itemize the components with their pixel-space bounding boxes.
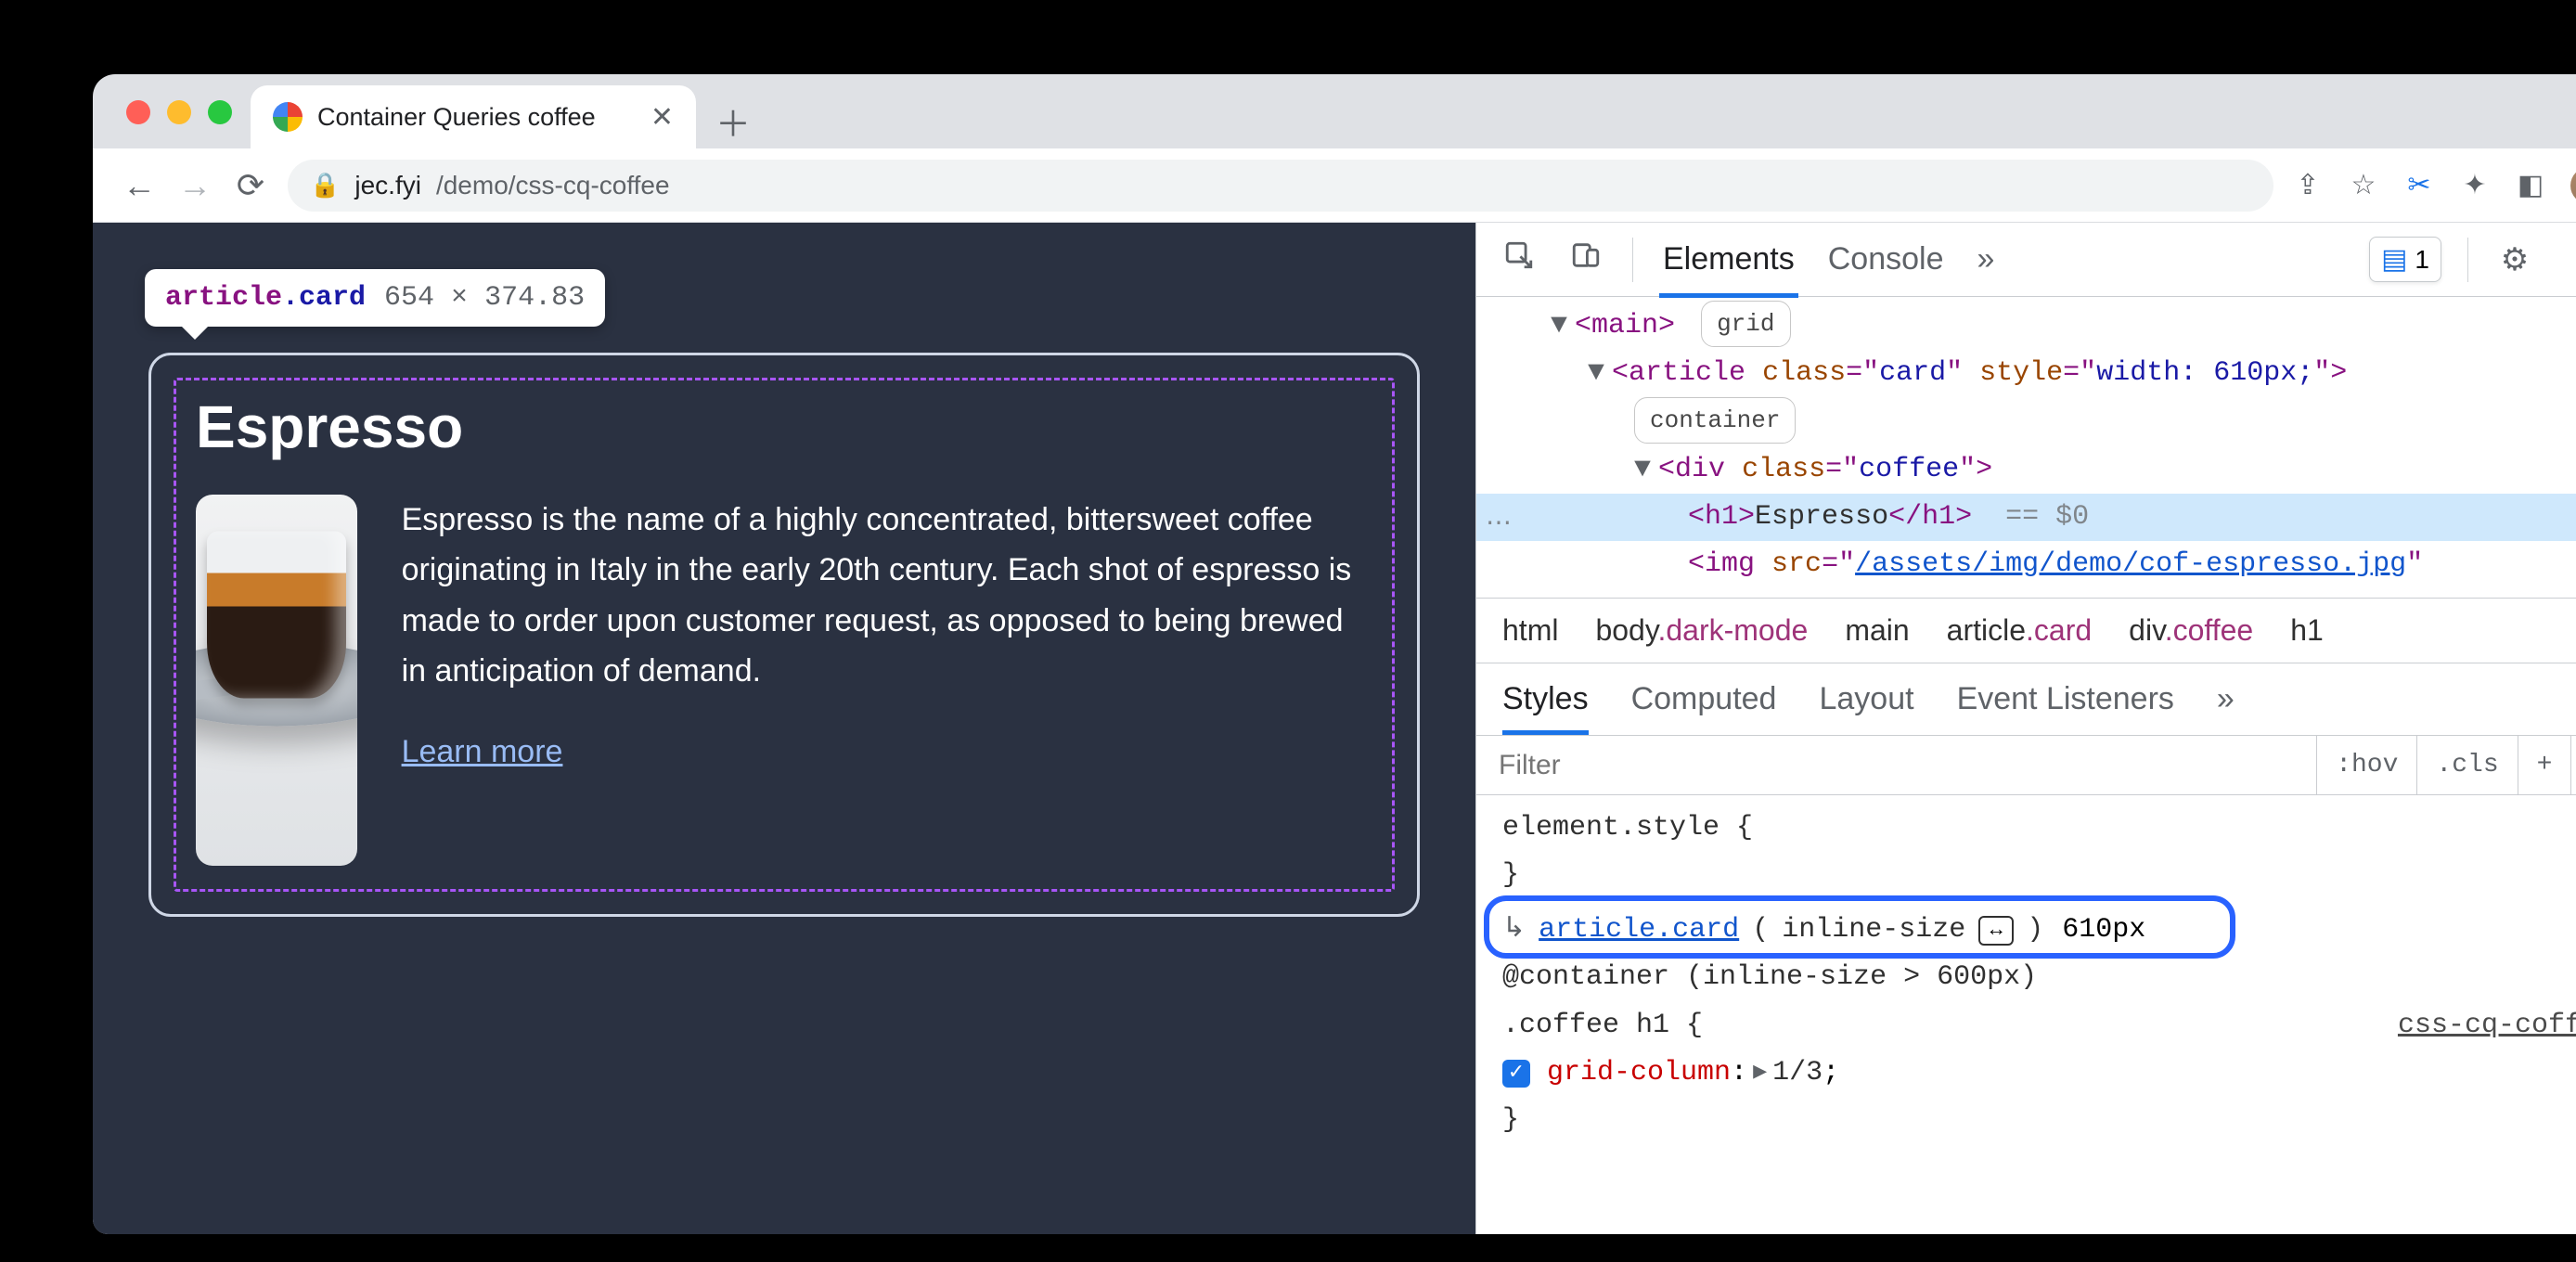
inspect-icon[interactable] <box>1499 239 1539 279</box>
inspect-tooltip: article.card 654 × 374.83 <box>145 269 605 327</box>
close-tab-icon[interactable]: ✕ <box>650 101 674 134</box>
styles-subtabs: Styles Computed Layout Event Listeners » <box>1476 663 2576 736</box>
tooltip-element: article <box>165 282 282 314</box>
reload-button[interactable]: ⟳ <box>232 166 269 205</box>
minimize-window-icon[interactable] <box>167 100 191 124</box>
kebab-icon[interactable]: ⋮ <box>2561 241 2576 278</box>
forward-button: → <box>176 166 213 205</box>
toolbar: ← → ⟳ 🔒 jec.fyi/demo/css-cq-coffee ⇪ ☆ ✂… <box>93 148 2576 223</box>
card-description: Espresso is the name of a highly concent… <box>402 495 1372 697</box>
crumb-div[interactable]: div.coffee <box>2129 613 2253 648</box>
rendering-icon[interactable] <box>2571 736 2576 794</box>
css-rule[interactable]: css-cq-coffee:45 .coffee h1 { <box>1502 1002 2576 1050</box>
tree-node-main[interactable]: ▼<main> grid <box>1476 301 2576 350</box>
crumb-body[interactable]: body.dark-mode <box>1595 613 1808 648</box>
element-style-rule[interactable]: element.style { <box>1502 805 2576 852</box>
subtab-layout[interactable]: Layout <box>1819 664 1913 734</box>
elements-tree[interactable]: ▼<main> grid ▼<article class="card" styl… <box>1476 297 2576 598</box>
container-badge[interactable]: container <box>1634 397 1796 444</box>
crumb-html[interactable]: html <box>1502 613 1558 648</box>
share-icon[interactable]: ⇪ <box>2292 169 2324 201</box>
styles-filter-bar: :hov .cls + ◀ <box>1476 736 2576 795</box>
browser-window: Container Queries coffee ✕ ＋ ⌄ ← → ⟳ 🔒 j… <box>93 74 2576 1234</box>
tab-console[interactable]: Console <box>1824 223 1948 296</box>
subtab-computed[interactable]: Computed <box>1631 664 1777 734</box>
breadcrumb[interactable]: html body.dark-mode main article.card di… <box>1476 598 2576 663</box>
tree-node-img[interactable]: <img src="/assets/img/demo/cof-espresso.… <box>1476 541 2576 588</box>
address-bar[interactable]: 🔒 jec.fyi/demo/css-cq-coffee <box>288 160 2273 212</box>
resize-icon[interactable]: ↔ <box>1978 916 2014 946</box>
at-container-rule: @container (inline-size > 600px) <box>1502 954 2037 1001</box>
new-tab-button[interactable]: ＋ <box>711 98 755 143</box>
issues-count: 1 <box>2415 245 2429 275</box>
tab-strip: Container Queries coffee ✕ ＋ ⌄ <box>93 74 2576 148</box>
maximize-window-icon[interactable] <box>208 100 232 124</box>
bookmark-icon[interactable]: ☆ <box>2348 169 2379 201</box>
favicon-icon <box>273 102 303 132</box>
css-declaration[interactable]: ✓ grid-column: ▸ 1/3; <box>1502 1050 2576 1097</box>
browser-tab[interactable]: Container Queries coffee ✕ <box>251 85 696 148</box>
styles-pane[interactable]: element.style { } ↳ article.card (inline… <box>1476 795 2576 1169</box>
devtools-toolbar: Elements Console » ▤ 1 ⚙ ⋮ ✕ <box>1476 223 2576 297</box>
toolbar-actions: ⇪ ☆ ✂ ✦ ◧ ⋮ <box>2292 167 2576 204</box>
styles-filter-input[interactable] <box>1476 750 2316 781</box>
url-path: /demo/css-cq-coffee <box>436 171 670 200</box>
source-link[interactable]: css-cq-coffee:45 <box>2398 1002 2576 1050</box>
crumb-main[interactable]: main <box>1845 613 1909 648</box>
espresso-card: Espresso Espresso is the name of a highl… <box>148 353 1420 917</box>
tree-node-article-badge[interactable]: container <box>1476 397 2576 446</box>
avatar[interactable] <box>2570 167 2576 204</box>
container-query-ancestor[interactable]: ↳ article.card (inline-size ↔) 610px <box>1502 907 2145 954</box>
declaration-checkbox[interactable]: ✓ <box>1502 1060 1530 1088</box>
url-host: jec.fyi <box>354 171 421 200</box>
subtab-styles[interactable]: Styles <box>1502 664 1589 734</box>
page-viewport: article.card 654 × 374.83 Espresso <box>93 223 1475 1234</box>
content-split: article.card 654 × 374.83 Espresso <box>93 223 2576 1234</box>
scissors-icon[interactable]: ✂ <box>2403 169 2435 201</box>
tree-node-h1[interactable]: ⋯ <h1>Espresso</h1> == $0 <box>1476 494 2576 541</box>
container-selector[interactable]: article.card <box>1539 907 1739 954</box>
lock-icon: 🔒 <box>310 171 340 200</box>
subtab-event-listeners[interactable]: Event Listeners <box>1957 664 2174 734</box>
tab-more[interactable]: » <box>1973 223 1998 296</box>
hov-toggle[interactable]: :hov <box>2317 736 2417 794</box>
new-rule-button[interactable]: + <box>2518 736 2572 794</box>
grid-badge[interactable]: grid <box>1701 301 1790 347</box>
back-button[interactable]: ← <box>121 166 158 205</box>
coffee-image <box>196 495 357 866</box>
gear-icon[interactable]: ⚙ <box>2494 241 2535 278</box>
window-controls <box>126 100 232 124</box>
tab-elements[interactable]: Elements <box>1659 223 1798 296</box>
learn-more-link[interactable]: Learn more <box>402 734 563 769</box>
issues-badge[interactable]: ▤ 1 <box>2369 237 2441 282</box>
card-title: Espresso <box>196 393 1372 461</box>
cls-toggle[interactable]: .cls <box>2417 736 2518 794</box>
tooltip-class: .card <box>282 282 366 314</box>
devtools-panel: Elements Console » ▤ 1 ⚙ ⋮ ✕ ▼<main> gri… <box>1475 223 2576 1234</box>
tree-node-article[interactable]: ▼<article class="card" style="width: 610… <box>1476 350 2576 397</box>
sidepanel-icon[interactable]: ◧ <box>2515 169 2546 201</box>
issue-icon: ▤ <box>2381 243 2407 276</box>
tooltip-dimensions: 654 × 374.83 <box>384 282 585 314</box>
subtab-more[interactable]: » <box>2217 664 2235 734</box>
close-window-icon[interactable] <box>126 100 150 124</box>
tree-node-div[interactable]: ▼<div class="coffee"> <box>1476 446 2576 494</box>
device-toolbar-icon[interactable] <box>1565 239 1606 279</box>
crumb-article[interactable]: article.card <box>1947 613 2093 648</box>
extensions-icon[interactable]: ✦ <box>2459 169 2491 201</box>
tab-title: Container Queries coffee <box>317 103 636 132</box>
crumb-h1[interactable]: h1 <box>2290 613 2324 648</box>
